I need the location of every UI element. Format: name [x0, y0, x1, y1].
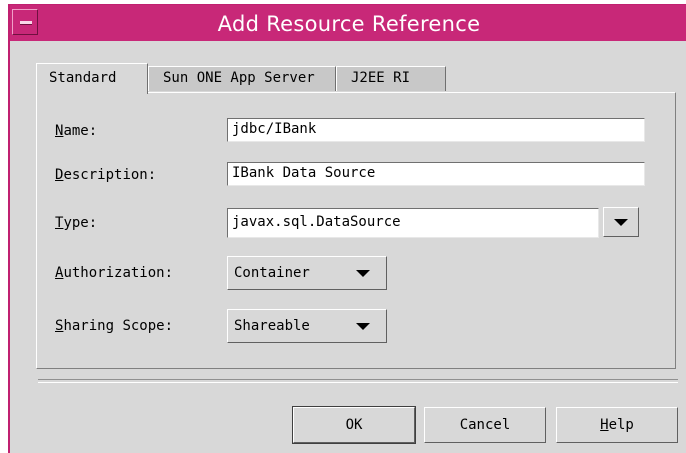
type-label-text: ype: — [63, 215, 98, 231]
authorization-label: Authorization: — [55, 265, 173, 281]
tab-standard-label: Standard — [49, 70, 117, 86]
cancel-button-label: Cancel — [459, 417, 511, 433]
sharing-scope-label-text: haring Scope: — [63, 318, 174, 334]
description-field[interactable]: IBank Data Source — [227, 162, 645, 186]
chevron-down-icon — [614, 219, 628, 226]
authorization-label-text: uthorization: — [63, 265, 174, 281]
help-button-label: elp — [608, 417, 634, 433]
help-mnemonic: H — [600, 417, 609, 433]
tab-sun-one-app-server-label: Sun ONE App Server — [163, 70, 315, 86]
help-button[interactable]: Help — [556, 407, 678, 443]
tab-j2ee-ri[interactable]: J2EE RI — [336, 66, 446, 91]
cancel-button[interactable]: Cancel — [424, 407, 546, 443]
button-separator — [38, 379, 678, 383]
authorization-value: Container — [234, 265, 310, 281]
description-value: IBank Data Source — [232, 165, 376, 181]
description-label-text: escription: — [63, 167, 157, 183]
type-dropdown-button[interactable] — [603, 207, 639, 237]
tab-standard[interactable]: Standard — [36, 63, 148, 94]
chevron-down-icon — [356, 323, 370, 330]
name-label: Name: — [55, 123, 97, 139]
tab-j2ee-ri-label: J2EE RI — [351, 70, 411, 86]
name-value: jdbc/IBank — [232, 121, 317, 137]
type-value: javax.sql.DataSource — [232, 214, 401, 230]
sharing-scope-label: Sharing Scope: — [55, 318, 173, 334]
tab-sun-one-app-server[interactable]: Sun ONE App Server — [148, 66, 336, 91]
description-label: Description: — [55, 167, 156, 183]
chevron-down-icon — [356, 270, 370, 277]
dialog-window: Add Resource Reference Standard Sun ONE … — [8, 4, 686, 453]
type-label: Type: — [55, 215, 97, 231]
authorization-option-menu[interactable]: Container — [227, 256, 387, 290]
title-bar[interactable]: Add Resource Reference — [10, 5, 686, 41]
window-title: Add Resource Reference — [217, 12, 481, 36]
ok-button[interactable]: OK — [292, 406, 416, 444]
type-combo-field[interactable]: javax.sql.DataSource — [227, 208, 599, 238]
name-label-text: ame: — [63, 123, 98, 139]
name-field[interactable]: jdbc/IBank — [227, 118, 645, 142]
standard-tab-panel: Name: jdbc/IBank Description: IBank Data… — [36, 92, 676, 369]
sharing-scope-option-menu[interactable]: Shareable — [227, 309, 387, 343]
sharing-scope-value: Shareable — [234, 318, 310, 334]
ok-button-label: OK — [345, 417, 363, 433]
